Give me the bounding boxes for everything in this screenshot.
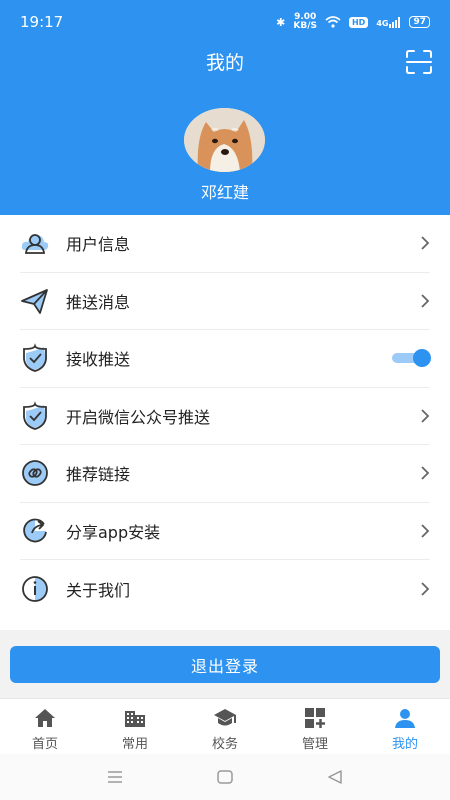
hd-badge: HD — [348, 16, 369, 28]
menu-item-label: 关于我们 — [66, 580, 131, 600]
chevron-right-icon — [421, 466, 430, 480]
avatar[interactable] — [184, 108, 265, 172]
grid-plus-icon — [305, 708, 325, 728]
shield-check-icon — [23, 343, 47, 373]
menu-item-share-app[interactable]: 分享app安装 — [20, 503, 430, 560]
user-cloud-icon — [21, 234, 49, 255]
menu-item-label: 开启微信公众号推送 — [66, 407, 211, 427]
menu-icon[interactable] — [107, 771, 123, 783]
menu-item-label: 分享app安装 — [66, 522, 161, 542]
menu-item-user-info[interactable]: 用户信息 — [20, 215, 430, 273]
menu-item-push-messages[interactable]: 推送消息 — [20, 273, 430, 330]
menu-item-wechat-push[interactable]: 开启微信公众号推送 — [20, 388, 430, 445]
menu-item-recommend-link[interactable]: 推荐链接 — [20, 445, 430, 503]
paper-plane-icon — [21, 288, 48, 314]
chevron-right-icon — [421, 236, 430, 250]
share-icon — [23, 518, 47, 543]
shield-check-icon — [23, 400, 47, 430]
tab-label: 我的 — [391, 737, 418, 752]
status-time: 19:17 — [20, 13, 64, 31]
building-icon — [125, 711, 145, 727]
menu-item-receive-push: 接收推送 — [20, 330, 431, 388]
bottom-tab-bar: 首页 常用 校务 管理 我的 — [0, 698, 450, 754]
tab-management[interactable]: 管理 — [270, 699, 360, 754]
chevron-right-icon — [421, 524, 430, 538]
chevron-right-icon — [421, 294, 430, 308]
page-title: 我的 — [205, 52, 244, 74]
net-speed: 9.00 KB/S — [293, 12, 317, 31]
back-icon[interactable] — [327, 770, 343, 784]
status-icons: ✱ 9.00 KB/S HD 4G 97 — [276, 13, 430, 31]
menu-item-label: 推荐链接 — [66, 465, 131, 485]
toggle-knob — [413, 349, 431, 368]
tab-label: 管理 — [301, 737, 328, 752]
bluetooth-icon: ✱ — [276, 15, 286, 29]
wifi-icon — [325, 16, 341, 28]
profile-header: 19:17 ✱ 9.00 KB/S HD 4G 97 我的 邓红建 — [0, 0, 450, 215]
menu-item-label: 用户信息 — [66, 235, 131, 255]
scan-icon[interactable] — [405, 49, 433, 75]
chevron-right-icon — [421, 409, 430, 423]
tab-label: 校务 — [211, 737, 238, 752]
signal-icon: 4G — [376, 16, 401, 28]
tab-common[interactable]: 常用 — [90, 699, 180, 754]
home-button-icon[interactable] — [217, 770, 233, 784]
menu-item-label: 推送消息 — [66, 292, 131, 312]
receive-push-toggle[interactable] — [392, 349, 431, 368]
status-bar: 19:17 ✱ 9.00 KB/S HD 4G 97 — [0, 0, 450, 44]
link-icon — [22, 460, 48, 487]
menu-item-about-us[interactable]: 关于我们 — [20, 560, 430, 618]
home-icon — [35, 709, 55, 727]
tab-label: 首页 — [31, 737, 58, 752]
tab-school-affairs[interactable]: 校务 — [180, 699, 270, 754]
logout-button[interactable]: 退出登录 — [10, 646, 440, 683]
tab-mine[interactable]: 我的 — [360, 699, 450, 754]
info-icon — [22, 575, 48, 602]
tab-home[interactable]: 首页 — [0, 699, 90, 754]
settings-menu: 用户信息 推送消息 接收推送 开启微信公众号推送 推荐链接 分享app安装 关于… — [0, 215, 450, 630]
chevron-right-icon — [421, 582, 430, 596]
shiba-avatar-image — [184, 108, 265, 172]
system-nav-bar — [0, 754, 450, 800]
person-icon — [395, 709, 415, 728]
battery-indicator: 97 — [409, 16, 430, 28]
username: 邓红建 — [200, 183, 249, 202]
graduation-cap-icon — [214, 709, 236, 726]
tab-label: 常用 — [121, 737, 148, 752]
menu-item-label: 接收推送 — [66, 350, 131, 370]
